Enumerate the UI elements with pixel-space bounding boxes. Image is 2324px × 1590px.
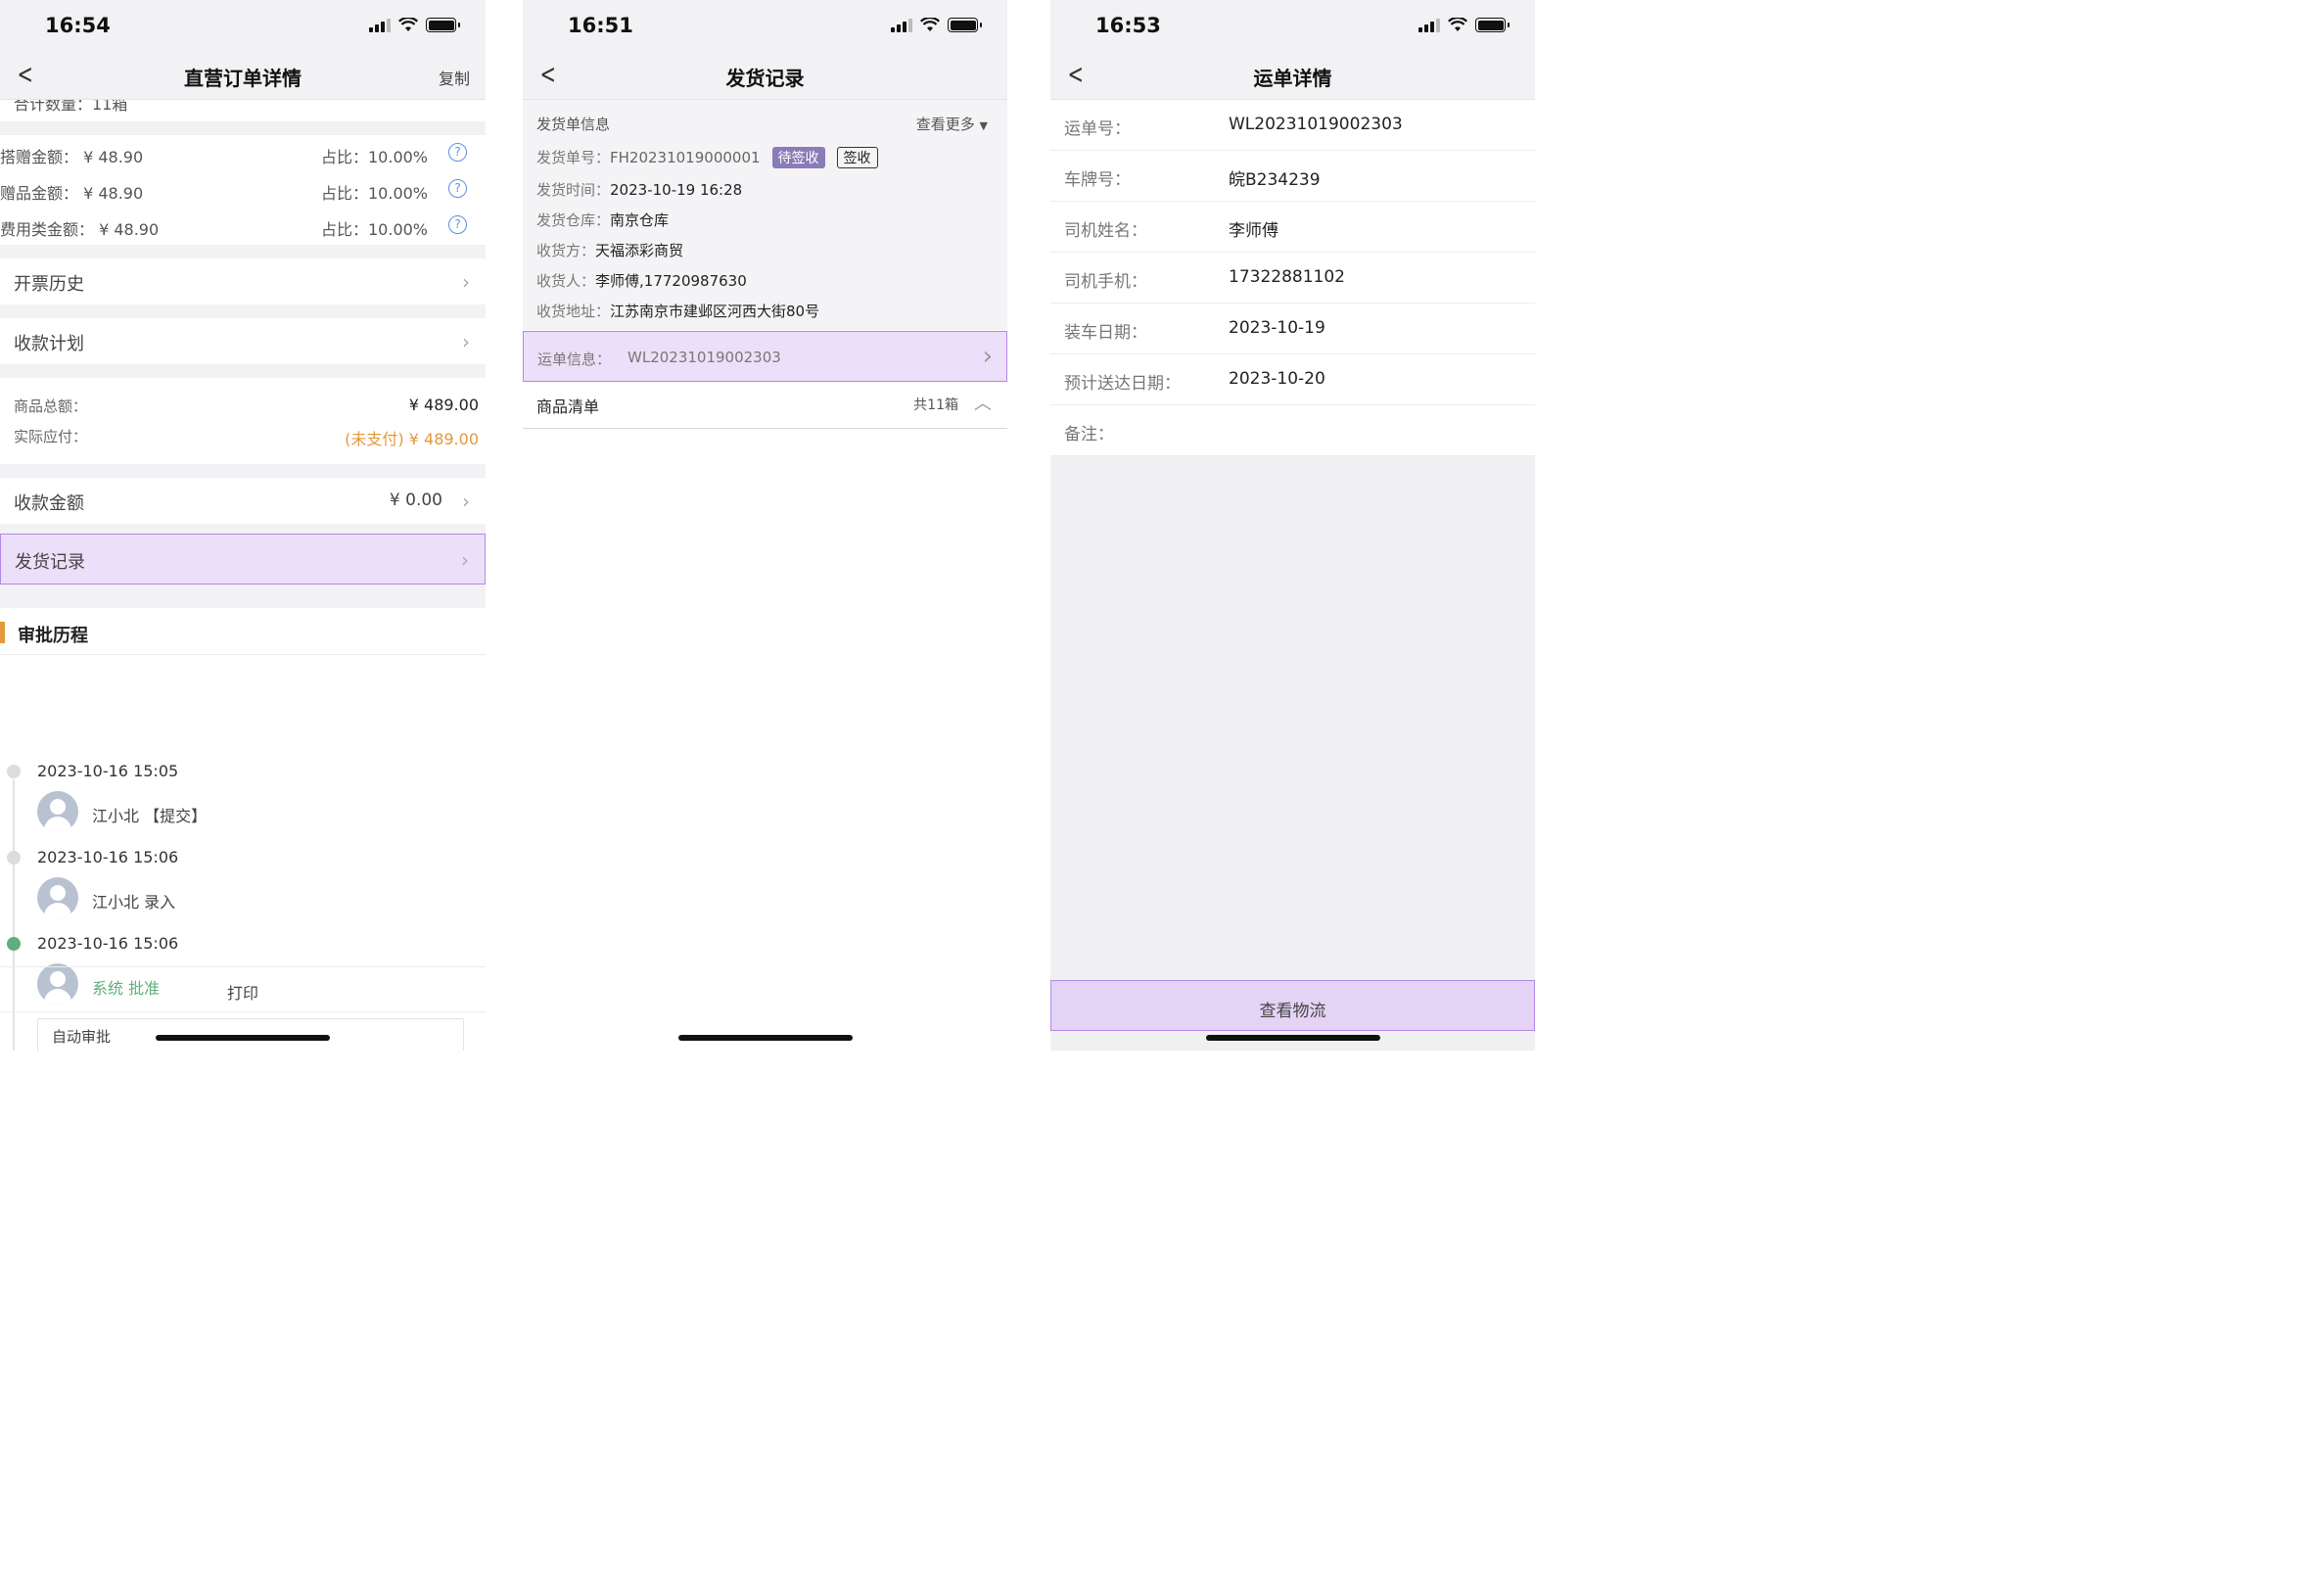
waybill-no-row: 运单号： WL20231019002303 <box>1050 100 1535 151</box>
actual-due-value: (未支付) ¥ 489.00 <box>345 430 479 448</box>
amount-row: 赠品金额： ¥ 48.90 占比：10.00% ? <box>0 171 486 208</box>
home-indicator <box>156 1035 330 1041</box>
chevron-right-icon: › <box>982 342 993 371</box>
amount-row: 费用类金额： ¥ 48.90 占比：10.00% ? <box>0 208 486 244</box>
status-time: 16:54 <box>45 14 111 37</box>
chevron-right-icon: › <box>461 548 469 572</box>
battery-icon <box>426 18 460 32</box>
battery-icon <box>948 18 982 32</box>
status-bar: 16:54 <box>0 0 486 51</box>
status-time: 16:53 <box>1095 14 1161 37</box>
view-logistics-button[interactable]: 查看物流 <box>1050 980 1535 1031</box>
help-icon[interactable]: ? <box>448 215 467 234</box>
eta-date-row: 预计送达日期： 2023-10-20 <box>1050 354 1535 405</box>
waybill-detail-screen: 16:53 < 运单详情 运单号： WL20231019002303 车牌号： 皖B… <box>1050 0 1535 1051</box>
chevron-right-icon: › <box>462 330 470 353</box>
remark-row: 备注： <box>1050 405 1535 456</box>
goods-count: 共11箱 <box>913 398 958 413</box>
nav-bar: < 直营订单详情 复制 <box>0 51 486 100</box>
shipping-record-row[interactable]: 发货记录 › <box>0 534 486 585</box>
goods-total-value: ¥ 489.00 <box>408 396 479 414</box>
goods-list-row[interactable]: 商品清单 共11箱 ︿ <box>523 382 1007 429</box>
view-more-link[interactable]: 查看更多 ▼ <box>916 114 988 134</box>
wifi-icon <box>1448 18 1467 31</box>
signal-icon <box>369 18 391 32</box>
driver-phone-row: 司机手机： 17322881102 <box>1050 253 1535 304</box>
avatar <box>37 791 78 832</box>
driver-name-row: 司机姓名： 李师傅 <box>1050 202 1535 253</box>
page-title: 运单详情 <box>1253 67 1332 90</box>
status-bar: 16:53 <box>1050 0 1535 51</box>
pending-sign-badge: 待签收 <box>771 147 825 168</box>
totals-section: 商品总额： ¥ 489.00 实际应付： (未支付) ¥ 489.00 <box>0 378 486 464</box>
timeline-dot <box>7 851 21 865</box>
status-bar: 16:51 <box>523 0 1007 51</box>
payment-plan-row[interactable]: 收款计划 › <box>0 318 486 364</box>
total-qty-partial: 合计数量：11箱 <box>14 100 128 114</box>
page-title: 发货记录 <box>725 67 805 90</box>
waybill-info-row[interactable]: 运单信息： WL20231019002303 › <box>523 331 1007 382</box>
home-indicator <box>1205 1035 1380 1041</box>
waybill-no: WL20231019002303 <box>627 349 781 366</box>
caret-down-icon: ▼ <box>979 119 988 132</box>
chevron-up-icon: ︿ <box>974 394 992 414</box>
sign-button[interactable]: 签收 <box>836 147 878 168</box>
timeline-dot-active <box>7 937 21 951</box>
timeline-dot <box>7 765 21 778</box>
status-time: 16:51 <box>568 14 633 37</box>
plate-no-row: 车牌号： 皖B234239 <box>1050 151 1535 202</box>
chevron-right-icon: › <box>462 270 470 294</box>
help-icon[interactable]: ? <box>448 143 467 162</box>
amount-row: 搭赠金额： ¥ 48.90 占比：10.00% ? <box>0 135 486 171</box>
nav-bar: < 运单详情 <box>1050 51 1535 100</box>
chevron-right-icon: › <box>462 490 470 513</box>
section-label: 发货单信息 <box>536 116 611 133</box>
help-icon[interactable]: ? <box>448 179 467 198</box>
nav-bar: < 发货记录 <box>523 51 1007 100</box>
shipment-info-card: 发货单信息 查看更多 ▼ 发货单号：FH20231019000001 待签收 签收 … <box>523 100 1007 330</box>
home-indicator <box>677 1035 853 1041</box>
print-button[interactable]: 打印 <box>0 966 486 1012</box>
wifi-icon <box>398 18 418 31</box>
shipping-record-screen: 16:51 < 发货记录 发货单信息 查看更多 ▼ 发货单号：FH2023101… <box>523 0 1007 1051</box>
wifi-icon <box>920 18 940 31</box>
loading-date-row: 装车日期： 2023-10-19 <box>1050 304 1535 354</box>
signal-icon <box>1418 18 1440 32</box>
received-amount-value: ¥ 0.00 <box>389 491 442 510</box>
received-amount-row[interactable]: 收款金额 ¥ 0.00 › <box>0 478 486 524</box>
copy-button[interactable]: 复制 <box>439 66 470 89</box>
signal-icon <box>891 18 912 32</box>
invoice-history-row[interactable]: 开票历史 › <box>0 258 486 304</box>
order-detail-screen: 16:54 < 直营订单详情 复制 合计数量：11箱 搭赠金额： ¥ 48.90… <box>0 0 486 1051</box>
shipment-no-line: 发货单号：FH20231019000001 待签收 签收 <box>536 147 878 168</box>
approval-header: 审批历程 <box>0 608 486 655</box>
page-title: 直营订单详情 <box>184 67 302 90</box>
approval-title: 审批历程 <box>18 626 88 646</box>
battery-icon <box>1475 18 1510 32</box>
avatar <box>37 877 78 918</box>
amount-section: 搭赠金额： ¥ 48.90 占比：10.00% ? 赠品金额： ¥ 48.90 … <box>0 135 486 245</box>
